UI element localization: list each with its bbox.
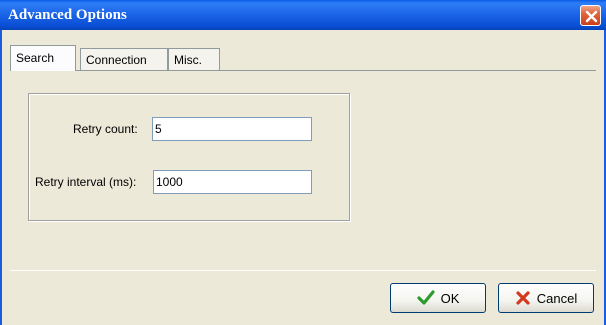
window-title: Advanced Options <box>8 7 127 23</box>
search-settings-group <box>28 93 350 221</box>
tab-misc[interactable]: Misc. <box>168 48 220 70</box>
window-border-left <box>0 30 2 325</box>
retry-count-input[interactable] <box>152 117 312 141</box>
retry-interval-label: Retry interval (ms): <box>35 175 137 189</box>
x-icon <box>516 291 530 305</box>
ok-button-label: OK <box>440 290 460 306</box>
cancel-button[interactable]: Cancel <box>498 283 594 313</box>
title-bar[interactable]: Advanced Options <box>0 0 606 30</box>
tab-search[interactable]: Search <box>10 45 76 71</box>
ok-button[interactable]: OK <box>390 283 486 313</box>
close-icon <box>585 10 598 23</box>
tab-search-label: Search <box>16 51 55 65</box>
tab-panel-border <box>10 70 596 71</box>
footer-separator <box>10 270 596 271</box>
tab-connection-label: Connection <box>86 53 147 67</box>
retry-count-label: Retry count: <box>73 122 138 136</box>
advanced-options-dialog: Advanced Options Search Connection Misc.… <box>0 0 606 325</box>
retry-interval-input[interactable] <box>153 170 312 194</box>
cancel-button-label: Cancel <box>536 290 578 306</box>
tab-misc-label: Misc. <box>174 53 202 67</box>
tab-connection[interactable]: Connection <box>80 48 168 70</box>
close-button[interactable] <box>580 5 601 26</box>
checkmark-icon <box>416 290 435 305</box>
